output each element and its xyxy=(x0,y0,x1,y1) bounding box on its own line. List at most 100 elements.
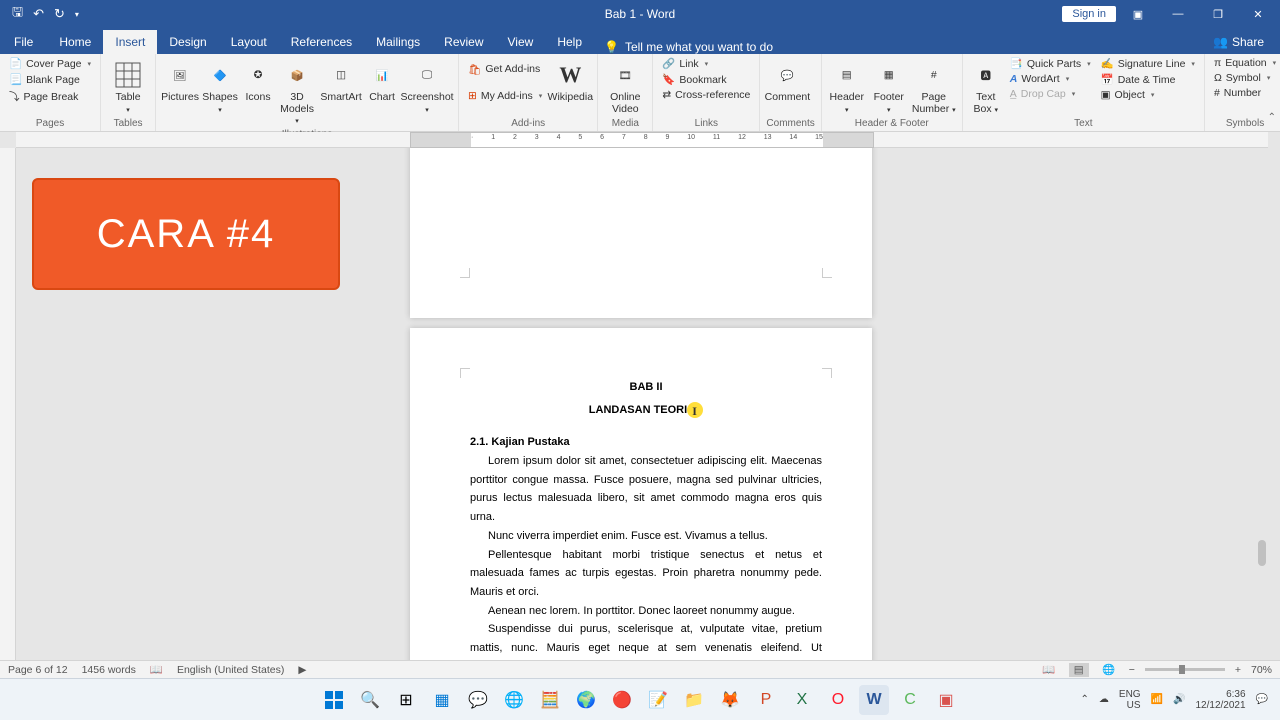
comment-button[interactable]: 💬Comment xyxy=(766,56,808,104)
teams-icon[interactable]: 💬 xyxy=(463,685,493,715)
powerpoint-icon[interactable]: P xyxy=(751,685,781,715)
maximize-icon[interactable]: ❐ xyxy=(1200,0,1236,28)
page-content[interactable]: BAB II LANDASAN TEORI 2.1. Kajian Pustak… xyxy=(470,378,822,676)
equation-button[interactable]: πEquation▾ xyxy=(1211,56,1279,70)
table-button[interactable]: Table▾ xyxy=(107,56,149,115)
opera-icon[interactable]: O xyxy=(823,685,853,715)
tray-chevron-icon[interactable]: ⌃ xyxy=(1081,694,1089,705)
excel-icon[interactable]: X xyxy=(787,685,817,715)
customize-qat-icon[interactable]: ▾ xyxy=(75,10,79,19)
page-previous[interactable] xyxy=(410,148,872,318)
screenshot-button[interactable]: 🖵Screenshot ▾ xyxy=(402,56,452,115)
header-button[interactable]: ▤Header▾ xyxy=(828,56,866,115)
vertical-scrollbar-thumb[interactable] xyxy=(1258,540,1266,566)
symbol-button[interactable]: ΩSymbol▾ xyxy=(1211,71,1279,85)
smartart-button[interactable]: ◫SmartArt xyxy=(320,56,362,104)
collapse-ribbon-icon[interactable]: ⌃ xyxy=(1268,112,1276,123)
undo-icon[interactable]: ↶ xyxy=(33,6,44,22)
tab-file[interactable]: File xyxy=(0,30,47,54)
app-icon[interactable]: 🌍 xyxy=(571,685,601,715)
spell-check-icon[interactable]: 📖 xyxy=(150,663,163,676)
notepad-icon[interactable]: 📝 xyxy=(643,685,673,715)
shapes-button[interactable]: 🔷Shapes ▾ xyxy=(202,56,238,115)
explorer-icon[interactable]: 📁 xyxy=(679,685,709,715)
tab-help[interactable]: Help xyxy=(545,30,594,54)
chrome-icon[interactable]: 🔴 xyxy=(607,685,637,715)
cross-reference-button[interactable]: ⇄Cross-reference xyxy=(659,88,753,102)
page-current[interactable]: BAB II LANDASAN TEORI 2.1. Kajian Pustak… xyxy=(410,328,872,702)
read-mode-icon[interactable]: 📖 xyxy=(1039,663,1059,677)
camtasia-icon[interactable]: C xyxy=(895,685,925,715)
icons-button[interactable]: ✪Icons xyxy=(242,56,274,104)
page-indicator[interactable]: Page 6 of 12 xyxy=(8,664,68,676)
search-icon[interactable]: 🔍 xyxy=(355,685,385,715)
drop-cap-button[interactable]: A̲Drop Cap▾ xyxy=(1007,87,1094,101)
volume-icon[interactable]: 🔊 xyxy=(1173,694,1185,705)
signature-line-button[interactable]: ✍Signature Line▾ xyxy=(1098,56,1198,71)
zoom-level[interactable]: 70% xyxy=(1251,664,1272,676)
number-button[interactable]: #Number xyxy=(1211,86,1279,100)
wordart-button[interactable]: AWordArt▾ xyxy=(1007,72,1094,86)
footer-button[interactable]: ▦Footer▾ xyxy=(870,56,908,115)
onedrive-icon[interactable]: ☁ xyxy=(1099,694,1109,705)
clock[interactable]: 6:36 12/12/2021 xyxy=(1195,689,1245,711)
edge-icon[interactable]: 🌐 xyxy=(499,685,529,715)
chart-button[interactable]: 📊Chart xyxy=(366,56,398,104)
link-button[interactable]: 🔗Link▾ xyxy=(659,56,753,71)
horizontal-ruler[interactable]: ·123456789101112131415 xyxy=(16,132,1268,148)
task-view-icon[interactable]: ⊞ xyxy=(391,685,421,715)
tab-layout[interactable]: Layout xyxy=(219,30,279,54)
calculator-icon[interactable]: 🧮 xyxy=(535,685,565,715)
sign-in-button[interactable]: Sign in xyxy=(1062,6,1116,22)
zoom-in-button[interactable]: + xyxy=(1235,664,1241,676)
zoom-slider[interactable] xyxy=(1145,668,1225,671)
save-icon[interactable]: 🖫 xyxy=(12,3,23,25)
word-icon[interactable]: W xyxy=(859,685,889,715)
quick-parts-button[interactable]: 📑Quick Parts▾ xyxy=(1007,56,1094,71)
tab-insert[interactable]: Insert xyxy=(103,30,157,54)
text-box-button[interactable]: 🅰Text Box ▾ xyxy=(969,56,1003,115)
web-layout-icon[interactable]: 🌐 xyxy=(1099,663,1119,677)
my-addins-button[interactable]: ⊞My Add-ins▾ xyxy=(465,89,545,103)
pictures-button[interactable]: 🖼Pictures xyxy=(162,56,198,104)
page-number-button[interactable]: #Page Number ▾ xyxy=(912,56,956,115)
blank-page-button[interactable]: 📃Blank Page xyxy=(6,72,94,87)
word-count[interactable]: 1456 words xyxy=(82,664,136,676)
tab-home[interactable]: Home xyxy=(47,30,103,54)
print-layout-icon[interactable]: ▤ xyxy=(1069,663,1089,677)
notifications-icon[interactable]: 💬 xyxy=(1256,694,1268,705)
share-button[interactable]: 👥 Share xyxy=(1197,30,1280,54)
get-addins-button[interactable]: 🛍Get Add-ins xyxy=(465,62,545,77)
widgets-icon[interactable]: ▦ xyxy=(427,685,457,715)
3d-models-button[interactable]: 📦3D Models ▾ xyxy=(278,56,316,127)
macro-icon[interactable]: ▶ xyxy=(298,664,306,676)
cover-page-button[interactable]: 📄Cover Page▾ xyxy=(6,56,94,71)
date-time-label: Date & Time xyxy=(1118,74,1176,86)
app2-icon[interactable]: ▣ xyxy=(931,685,961,715)
ribbon-display-icon[interactable]: ▣ xyxy=(1120,0,1156,28)
tab-design[interactable]: Design xyxy=(157,30,218,54)
bookmark-button[interactable]: 🔖Bookmark xyxy=(659,72,753,87)
page-break-button[interactable]: ⤵Page Break xyxy=(6,88,94,105)
tab-review[interactable]: Review xyxy=(432,30,495,54)
tab-references[interactable]: References xyxy=(279,30,364,54)
online-video-button[interactable]: 🎞Online Video xyxy=(604,56,646,115)
tell-me-search[interactable]: 💡 Tell me what you want to do xyxy=(594,40,783,54)
vertical-ruler[interactable] xyxy=(0,148,16,660)
date-time-button[interactable]: 📅Date & Time xyxy=(1098,72,1198,87)
tab-view[interactable]: View xyxy=(496,30,546,54)
share-icon: 👥 xyxy=(1213,35,1228,49)
tab-mailings[interactable]: Mailings xyxy=(364,30,432,54)
redo-icon[interactable]: ↻ xyxy=(54,6,65,22)
wikipedia-button[interactable]: WWikipedia xyxy=(549,56,591,104)
wifi-icon[interactable]: 📶 xyxy=(1151,694,1163,705)
start-icon[interactable] xyxy=(319,685,349,715)
language-indicator[interactable]: English (United States) xyxy=(177,664,284,676)
close-icon[interactable]: ✕ xyxy=(1240,0,1276,28)
zoom-out-button[interactable]: − xyxy=(1129,664,1135,676)
minimize-icon[interactable]: — xyxy=(1160,0,1196,28)
firefox-icon[interactable]: 🦊 xyxy=(715,685,745,715)
cross-reference-label: Cross-reference xyxy=(675,89,750,101)
object-button[interactable]: ▣Object▾ xyxy=(1098,88,1198,102)
language-switcher[interactable]: ENG US xyxy=(1119,689,1141,711)
